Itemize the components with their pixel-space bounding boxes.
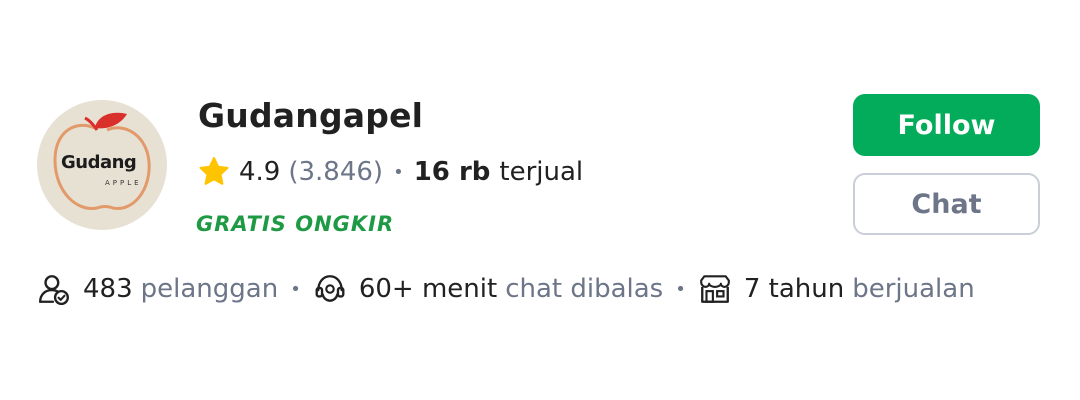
user-check-icon [39, 275, 69, 306]
shop-stats: 483 pelanggan • 60+ menit chat dibalas •… [37, 268, 975, 310]
sold-count: 16 rb [413, 157, 491, 187]
chat-reply-label: chat dibalas [505, 274, 664, 304]
shop-name[interactable]: Gudangapel [198, 96, 423, 135]
years-selling: 7 tahun [743, 274, 845, 304]
chat-reply-time: 60+ menit [358, 274, 498, 304]
sold-label: terjual [499, 157, 584, 187]
review-count[interactable]: (3.846) [288, 157, 383, 187]
shop-avatar[interactable]: Gudang APPLE [37, 100, 167, 230]
subscriber-label: pelanggan [140, 274, 279, 304]
star-icon [199, 157, 229, 185]
follow-button[interactable]: Follow [853, 94, 1040, 156]
logo-wordmark: Gudang [61, 152, 137, 173]
shop-header: Gudang APPLE Gudangapel 4.9 (3.846) • 16… [0, 0, 1080, 400]
separator-dot: • [393, 161, 404, 183]
store-icon [699, 275, 730, 303]
free-shipping-badge: GRATIS ONGKIR [196, 212, 395, 236]
headset-icon [315, 275, 345, 302]
subscriber-count: 483 [83, 274, 133, 304]
chat-button[interactable]: Chat [853, 173, 1040, 235]
rating-row: 4.9 (3.846) • 16 rb terjual [197, 152, 583, 192]
separator-dot: • [290, 278, 301, 300]
rating-value: 4.9 [239, 157, 281, 187]
years-selling-label: berjualan [852, 274, 975, 304]
separator-dot: • [675, 278, 686, 300]
logo-subtext: APPLE [105, 179, 142, 187]
